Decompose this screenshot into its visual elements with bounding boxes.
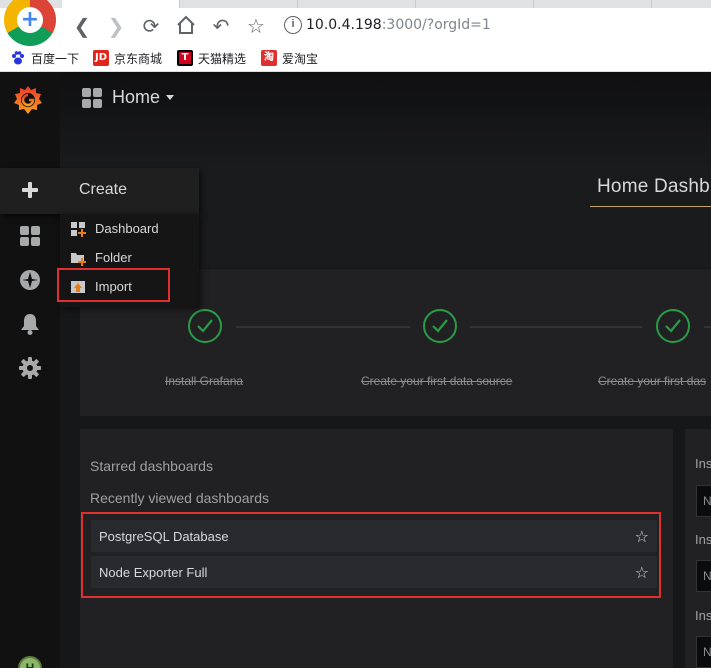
compass-icon — [20, 270, 40, 290]
right-panel: Ins N Ins N Ins N — [685, 429, 711, 668]
step-check-icon — [656, 309, 690, 343]
grafana-app: H Home Home Dashb Install Grafana Create… — [0, 72, 711, 668]
back-icon[interactable]: ❮ — [70, 14, 94, 38]
recent-dashboards-highlight: PostgreSQL Database ☆ Node Exporter Full… — [81, 512, 661, 598]
plus-icon — [22, 182, 38, 198]
right-panel-input[interactable]: N — [696, 560, 711, 592]
browser-tab[interactable] — [180, 0, 298, 8]
right-panel-label: Ins — [695, 532, 711, 547]
import-highlight-box — [57, 268, 170, 302]
browser-toolbar: ❮ ❯ ⟳ ↶ ☆ i 10.0.4.198:3000/?orgId=1 — [0, 8, 711, 44]
step-label[interactable]: Create your first data source — [361, 374, 512, 388]
bookmark-label: 天猫精选 — [198, 51, 247, 66]
dashboard-add-icon — [71, 221, 86, 237]
bookmark-star-icon[interactable]: ☆ — [244, 14, 268, 38]
bookmark-item[interactable]: 淘 爱淘宝 — [261, 49, 318, 67]
step-connector — [470, 326, 642, 328]
grafana-logo-icon[interactable] — [12, 84, 44, 116]
recent-dashboards-heading: Recently viewed dashboards — [90, 490, 269, 506]
dashboard-link[interactable]: PostgreSQL Database — [99, 529, 229, 544]
dashboard-picker-label: Home — [112, 87, 161, 107]
bookmark-label: 爱淘宝 — [282, 51, 319, 66]
list-item[interactable]: PostgreSQL Database ☆ — [91, 520, 657, 552]
bookmark-item[interactable]: JD 京东商城 — [93, 49, 162, 67]
dashboards-grid-icon — [20, 226, 40, 246]
right-panel-label: Ins — [695, 608, 711, 623]
step-label[interactable]: Install Grafana — [165, 374, 243, 388]
sidebar-item-alerting[interactable] — [0, 302, 60, 346]
list-item[interactable]: Node Exporter Full ☆ — [91, 556, 657, 588]
create-menu-title: Create — [79, 181, 128, 198]
step-check-icon — [188, 309, 222, 343]
step-connector — [236, 326, 410, 328]
menu-item-dashboard[interactable]: Dashboard — [60, 214, 199, 243]
star-icon[interactable]: ☆ — [635, 563, 649, 582]
sidebar-item-configuration[interactable] — [0, 346, 60, 390]
step-label[interactable]: Create your first das — [598, 374, 706, 388]
user-avatar[interactable]: H — [18, 656, 42, 668]
caret-down-icon — [166, 95, 175, 100]
starred-dashboards-heading: Starred dashboards — [90, 458, 213, 474]
step-check-icon — [423, 309, 457, 343]
menu-item-label: Dashboard — [95, 221, 159, 236]
star-icon[interactable]: ☆ — [635, 527, 649, 546]
browser-tab[interactable] — [416, 0, 534, 8]
create-menu-header[interactable]: Create — [0, 168, 199, 214]
sidebar-item-explore[interactable] — [0, 258, 60, 302]
sidebar-item-dashboards[interactable] — [0, 214, 60, 258]
bookmark-item[interactable]: 百度一下 — [10, 49, 79, 67]
baidu-paw-icon — [10, 50, 26, 66]
tmall-icon: T — [177, 50, 193, 66]
address-bar[interactable]: 10.0.4.198:3000/?orgId=1 — [306, 17, 491, 33]
browser-tab-active[interactable] — [62, 0, 180, 8]
home-icon[interactable] — [174, 14, 198, 38]
right-panel-label: Ins — [695, 456, 711, 471]
bookmark-label: 百度一下 — [31, 51, 80, 66]
dashboard-title: Home Dashb — [597, 176, 710, 197]
browser-tab[interactable] — [534, 0, 652, 8]
dashboard-picker-button[interactable]: Home — [82, 87, 175, 108]
top-navbar: Home — [60, 72, 711, 168]
right-panel-input[interactable]: N — [696, 636, 711, 668]
folder-add-icon — [71, 252, 86, 266]
reload-icon[interactable]: ⟳ — [139, 14, 163, 38]
step-connector — [704, 326, 711, 328]
title-underline — [590, 206, 711, 207]
dashboard-grid-icon — [82, 87, 102, 108]
jd-icon: JD — [93, 50, 109, 66]
side-menu: H — [0, 72, 60, 668]
right-panel-input[interactable]: N — [696, 485, 711, 517]
bell-icon — [21, 314, 39, 335]
bookmark-label: 京东商城 — [114, 51, 163, 66]
dashlist-panel: Starred dashboards Recently viewed dashb… — [80, 429, 673, 668]
bookmarks-bar: 百度一下 JD 京东商城 T 天猫精选 淘 爱淘宝 — [0, 44, 711, 72]
menu-item-label: Folder — [95, 250, 132, 265]
taobao-icon: 淘 — [261, 50, 277, 66]
browser-tab[interactable] — [298, 0, 416, 8]
forward-icon[interactable]: ❯ — [104, 14, 128, 38]
browser-tab-strip — [0, 0, 711, 8]
gear-icon — [19, 357, 41, 379]
url-path: :3000/?orgId=1 — [381, 17, 491, 33]
bookmark-item[interactable]: T 天猫精选 — [177, 49, 246, 67]
url-host: 10.0.4.198 — [306, 17, 382, 33]
undo-icon[interactable]: ↶ — [209, 14, 233, 38]
dashboard-link[interactable]: Node Exporter Full — [99, 565, 207, 580]
site-info-icon[interactable]: i — [284, 16, 302, 34]
